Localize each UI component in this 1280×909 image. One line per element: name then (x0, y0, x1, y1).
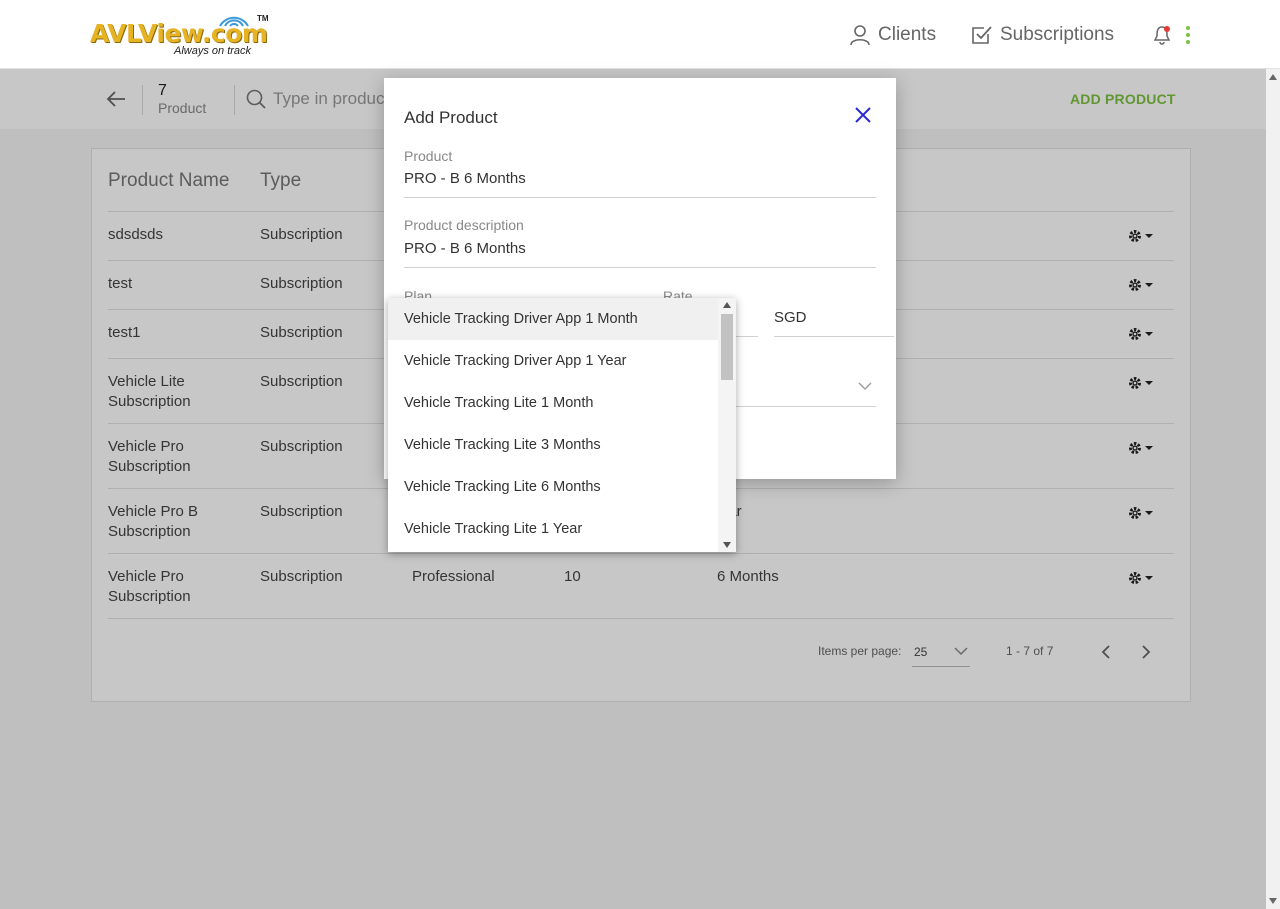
scroll-up-icon[interactable] (723, 302, 731, 308)
nav-clients-label: Clients (878, 24, 937, 45)
plan-option[interactable]: Vehicle Tracking Driver App 1 Year (388, 340, 718, 382)
logo-tagline: Always on track (174, 45, 252, 57)
plan-option[interactable]: Vehicle Tracking Lite 3 Months (388, 424, 718, 466)
dialog-title: Add Product (404, 108, 498, 127)
scroll-down-icon[interactable] (1269, 898, 1277, 904)
user-icon (850, 25, 870, 46)
product-field-underline (404, 197, 876, 198)
currency-field[interactable]: SGD (774, 309, 807, 326)
chevron-down-icon[interactable] (858, 381, 872, 391)
plan-option[interactable]: Vehicle Tracking Lite 6 Months (388, 466, 718, 508)
nav-clients[interactable]: Clients (849, 22, 936, 48)
page-scrollbar[interactable] (1266, 69, 1280, 909)
plan-option[interactable]: Vehicle Tracking Driver App 1 Month (388, 298, 718, 340)
select-field-underline (736, 406, 876, 407)
notification-bell-icon[interactable] (1152, 24, 1172, 46)
logo-wordmark: AVLView.com (90, 19, 268, 48)
currency-field-underline (774, 336, 894, 337)
plan-option[interactable]: Vehicle Tracking Lite 1 Year (388, 508, 718, 550)
more-menu-icon[interactable] (1181, 24, 1195, 46)
scroll-down-icon[interactable] (723, 542, 731, 548)
description-field-underline (404, 267, 876, 268)
nav-subscriptions[interactable]: Subscriptions (971, 22, 1114, 48)
scrollbar-thumb[interactable] (721, 314, 733, 380)
logo-trademark: TM (257, 14, 269, 23)
plan-dropdown-panel: Vehicle Tracking Driver App 1 Month Vehi… (388, 298, 736, 552)
top-app-bar: AVLView.com TM Always on track Clients S… (0, 0, 1280, 69)
nav-subscriptions-label: Subscriptions (1000, 24, 1115, 45)
close-icon[interactable] (854, 106, 872, 124)
description-field-label: Product description (404, 217, 524, 233)
rate-field-underline (736, 336, 758, 337)
avlview-logo[interactable]: AVLView.com TM Always on track (90, 11, 270, 61)
scroll-up-icon[interactable] (1269, 74, 1277, 80)
description-field[interactable]: PRO - B 6 Months (404, 240, 526, 257)
dropdown-scrollbar[interactable] (718, 298, 736, 552)
product-field[interactable]: PRO - B 6 Months (404, 170, 526, 187)
plan-option[interactable]: Vehicle Tracking Lite 1 Month (388, 382, 718, 424)
checkbox-icon (972, 26, 992, 44)
product-field-label: Product (404, 148, 453, 164)
